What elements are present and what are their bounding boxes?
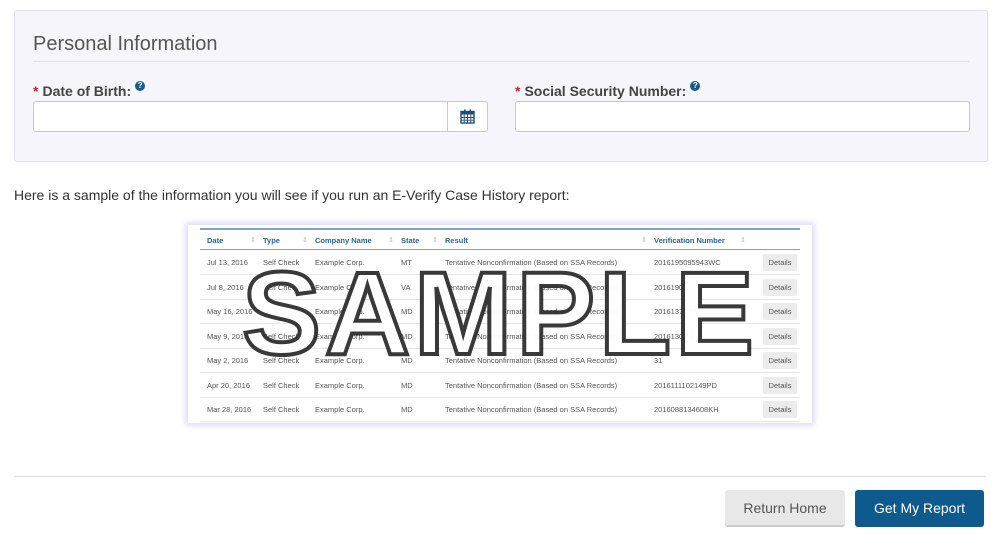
dob-input[interactable] — [33, 101, 488, 132]
sort-icon[interactable]: ⇕ — [641, 236, 647, 244]
sort-icon[interactable]: ⇕ — [302, 236, 308, 244]
calendar-button[interactable] — [447, 102, 487, 131]
table-cell: Mar 28, 2016 — [207, 405, 252, 414]
required-marker: * — [33, 83, 39, 99]
table-cell: 2016088134608KH — [654, 405, 719, 414]
table-cell: Example Corp. — [315, 405, 365, 414]
ssn-label: * Social Security Number:? — [515, 81, 701, 99]
column-header[interactable]: Verification Number — [654, 236, 725, 245]
footer-divider — [14, 476, 986, 477]
sort-icon[interactable]: ⇕ — [388, 236, 394, 244]
table-cell: 2016111102149PD — [654, 380, 717, 390]
table-cell: Tentative Nonconfirmation (Based on SSA … — [445, 380, 618, 390]
column-header[interactable]: Company Name — [315, 236, 372, 245]
table-cell: Example Corp. — [315, 380, 365, 390]
column-header[interactable]: Type — [263, 236, 280, 245]
sort-icon[interactable]: ⇕ — [740, 236, 746, 244]
dob-label-text: Date of Birth: — [42, 83, 132, 99]
ssn-input[interactable] — [515, 101, 970, 132]
sample-watermark: SAMPLE — [240, 248, 758, 380]
calendar-icon — [460, 109, 475, 124]
personal-information-panel: Personal Information * Date of Birth:? * S… — [14, 10, 988, 162]
help-icon[interactable]: ? — [135, 81, 146, 91]
sort-icon[interactable]: ⇕ — [432, 236, 438, 244]
table-cell: Self Check — [263, 405, 300, 414]
details-button[interactable]: Details — [763, 376, 797, 394]
table-cell: Tentative Nonconfirmation (Based on SSA … — [445, 405, 618, 414]
table-header: Date ⇕ Type ⇕ Company Name ⇕ State ⇕ Result ⇕ Veri… — [200, 230, 800, 250]
return-home-button[interactable]: Return Home — [725, 490, 845, 527]
divider — [33, 61, 969, 62]
get-my-report-button[interactable]: Get My Report — [855, 490, 984, 527]
ssn-label-text: Social Security Number: — [524, 83, 687, 99]
dob-label: * Date of Birth:? — [33, 81, 146, 99]
table-cell: Apr 20, 2016 — [207, 380, 250, 390]
intro-text: Here is a sample of the information you … — [14, 187, 570, 203]
help-icon[interactable]: ? — [690, 81, 701, 91]
column-header[interactable]: Date — [207, 236, 223, 245]
table-cell: MD — [401, 405, 413, 414]
sort-icon[interactable]: ⇕ — [250, 236, 256, 244]
sample-report-image: Date ⇕ Type ⇕ Company Name ⇕ State ⇕ Result ⇕ Veri… — [188, 225, 812, 423]
table-cell: MD — [401, 380, 413, 390]
column-header[interactable]: Result — [445, 236, 468, 245]
column-header[interactable]: State — [401, 236, 419, 245]
table-cell: Self Check — [263, 380, 300, 390]
table-row: Mar 28, 2016 Self Check Example Corp. MD Ten… — [200, 397, 800, 422]
details-button[interactable]: Details — [763, 401, 797, 418]
required-marker: * — [515, 83, 521, 99]
section-title: Personal Information — [33, 33, 218, 55]
